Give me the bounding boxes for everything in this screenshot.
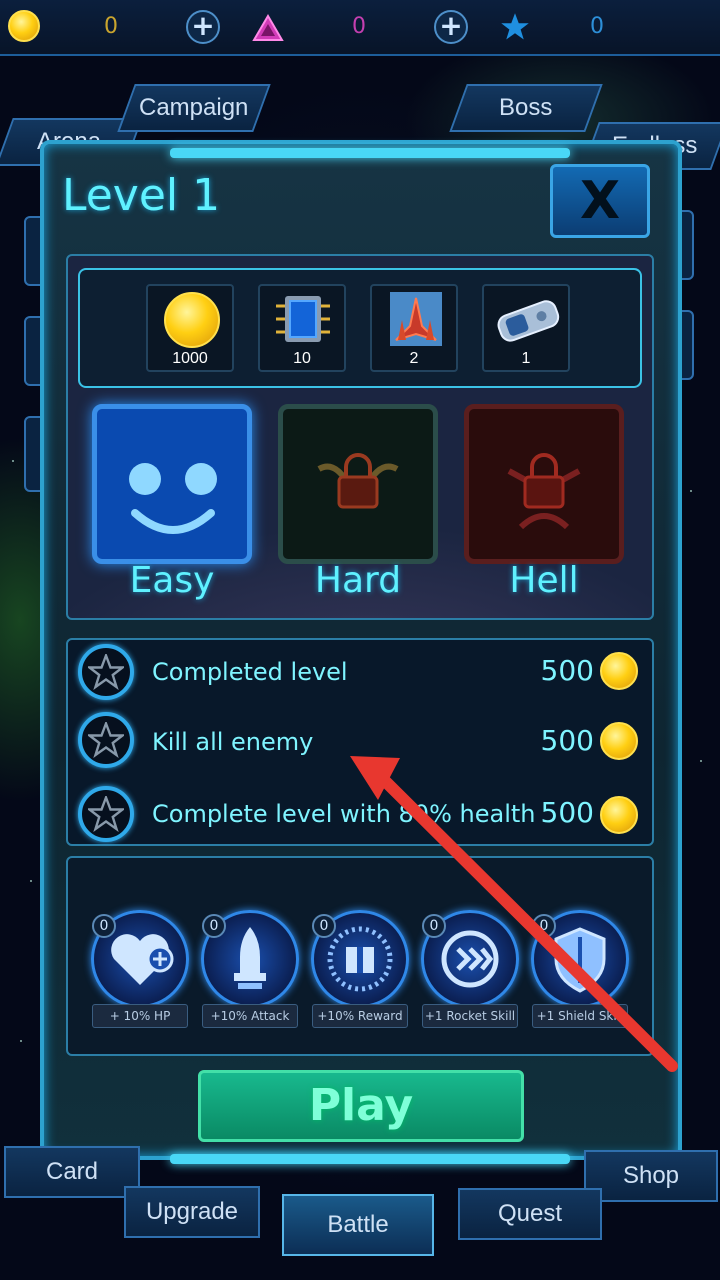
objective-reward: 500 (540, 654, 594, 687)
smiley-face-icon (129, 463, 217, 534)
gold-coin-icon (600, 652, 638, 690)
boost-label: +10% Reward (312, 1004, 408, 1028)
nav-battle-button[interactable]: Battle (282, 1194, 434, 1256)
blue-star-icon (501, 13, 529, 40)
nav-upgrade-button[interactable]: Upgrade (124, 1186, 260, 1238)
level-title: Level 1 (62, 170, 221, 221)
gold-coin-icon (8, 10, 40, 42)
currency-bar: 0 + 0 + 0 (0, 0, 720, 56)
close-button[interactable]: X (550, 164, 650, 238)
pink-crystal-icon (252, 14, 284, 41)
gold-coin-icon (600, 796, 638, 834)
reward-item: 10 (258, 284, 346, 372)
lock-icon (317, 453, 399, 509)
gold-amount: 0 (104, 14, 118, 39)
bottom-glow-bar (170, 1154, 570, 1164)
objective-star-icon (78, 644, 134, 700)
difficulty-hell-button[interactable] (464, 404, 624, 564)
objective-reward: 500 (540, 796, 594, 829)
reward-item: 1 (482, 284, 570, 372)
add-gold-button[interactable]: + (186, 10, 220, 44)
spaceship-fragment-icon (390, 292, 442, 346)
difficulty-easy-label: Easy (129, 560, 215, 601)
tab-boss[interactable]: Boss (449, 84, 603, 132)
boost-count-badge: 0 (532, 914, 556, 938)
nav-quest-button[interactable]: Quest (458, 1188, 602, 1240)
boost-label: +10% Attack (202, 1004, 298, 1028)
reward-item: 1000 (146, 284, 234, 372)
objective-text: Complete level with 80% health (152, 800, 536, 828)
play-button[interactable]: Play (198, 1070, 524, 1142)
difficulty-hell-label: Hell (509, 560, 579, 601)
difficulty-hard-button[interactable] (278, 404, 438, 564)
boost-label: + 10% HP (92, 1004, 188, 1028)
nav-card-button[interactable]: Card (4, 1146, 140, 1198)
lock-icon (507, 453, 581, 530)
boost-count-badge: 0 (202, 914, 226, 938)
chip-icon (276, 296, 330, 342)
boost-label: +1 Rocket Skill (422, 1004, 518, 1028)
gold-coin-icon (164, 292, 220, 348)
boost-count-badge: 0 (312, 914, 336, 938)
objective-text: Kill all enemy (152, 728, 314, 756)
boost-count-badge: 0 (422, 914, 446, 938)
objective-text: Completed level (152, 658, 348, 686)
stars-amount: 0 (590, 14, 604, 39)
difficulty-easy-button[interactable] (92, 404, 252, 564)
boost-label: +1 Shield Skill (532, 1004, 628, 1028)
gems-amount: 0 (352, 14, 366, 39)
objective-star-icon (78, 712, 134, 768)
reward-item: 2 (370, 284, 458, 372)
boost-count-badge: 0 (92, 914, 116, 938)
objective-reward: 500 (540, 724, 594, 757)
difficulty-hard-label: Hard (314, 560, 402, 601)
nav-shop-button[interactable]: Shop (584, 1150, 718, 1202)
add-gems-button[interactable]: + (434, 10, 468, 44)
tab-campaign[interactable]: Campaign (117, 84, 271, 132)
panel-glow-bar (170, 148, 570, 158)
objective-star-icon (78, 786, 134, 842)
gold-coin-icon (600, 722, 638, 760)
ammo-canister-icon (497, 300, 560, 342)
